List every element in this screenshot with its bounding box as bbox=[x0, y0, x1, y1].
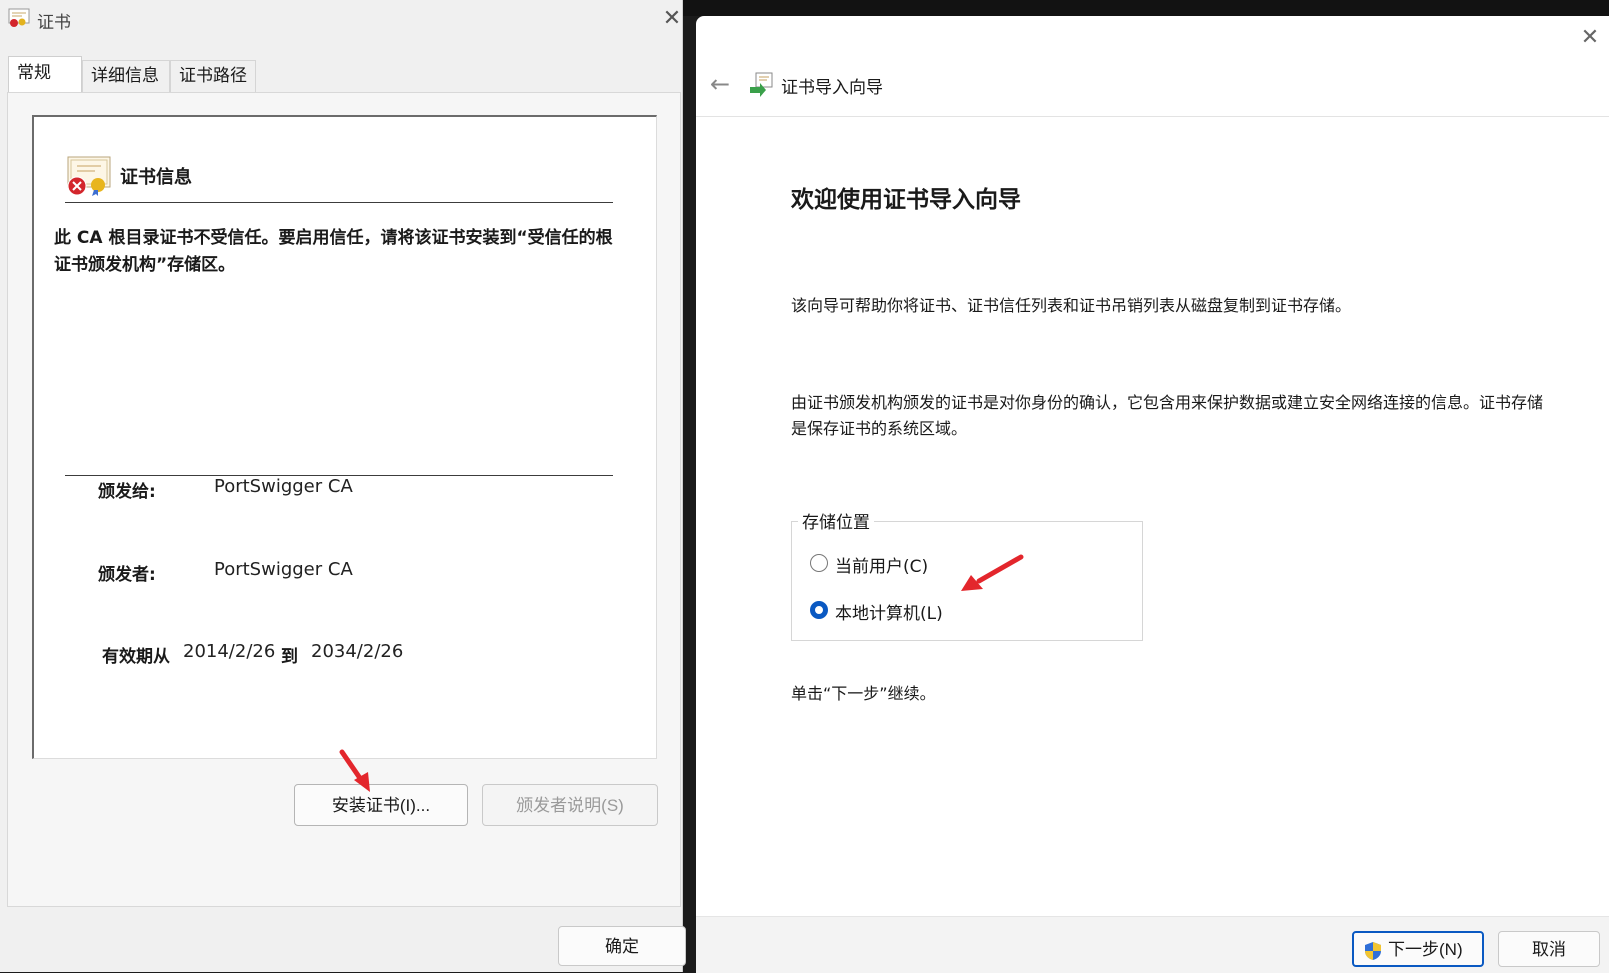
store-location-legend: 存储位置 bbox=[798, 508, 874, 533]
issuer-statement-button: 颁发者说明(S) bbox=[482, 784, 658, 826]
tab-details[interactable]: 详细信息 bbox=[82, 60, 170, 93]
radio-label: 当前用户(C) bbox=[835, 557, 929, 577]
title-bar: 证书 ✕ bbox=[0, 0, 682, 38]
next-button[interactable]: 下一步(N) bbox=[1352, 931, 1484, 967]
tab-general[interactable]: 常规 bbox=[8, 56, 82, 94]
issued-to-label: 颁发给: bbox=[98, 482, 156, 502]
issued-by-value: PortSwigger CA bbox=[214, 559, 353, 580]
valid-from-date: 2014/2/26 bbox=[183, 641, 276, 662]
uac-shield-icon bbox=[1365, 942, 1381, 960]
certificate-info-box: 证书信息 此 CA 根目录证书不受信任。要启用信任，请将该证书安装到“受信任的根… bbox=[32, 115, 657, 759]
certificate-info-title: 证书信息 bbox=[120, 167, 192, 188]
wizard-heading: 欢迎使用证书导入向导 bbox=[791, 187, 1021, 213]
back-arrow-icon[interactable]: ← bbox=[706, 70, 734, 98]
certificate-dialog: 证书 ✕ 常规 详细信息 证书路径 证书信息 此 CA 根目录证书不受信任。要启… bbox=[0, 0, 686, 972]
valid-from-label: 有效期从 bbox=[102, 647, 170, 667]
wizard-description: 该向导可帮助你将证书、证书信任列表和证书吊销列表从磁盘复制到证书存储。 bbox=[791, 296, 1352, 315]
valid-to-date: 2034/2/26 bbox=[311, 641, 404, 662]
issued-to-value: PortSwigger CA bbox=[214, 476, 353, 497]
import-wizard-icon bbox=[750, 72, 773, 97]
background-window-strip bbox=[682, 0, 1609, 16]
window-title: 证书 bbox=[37, 13, 71, 33]
divider bbox=[65, 202, 613, 203]
valid-to-label: 到 bbox=[281, 647, 298, 667]
radio-button[interactable] bbox=[810, 554, 828, 572]
cancel-button[interactable]: 取消 bbox=[1498, 931, 1600, 967]
continue-hint: 单击“下一步”继续。 bbox=[791, 684, 936, 703]
untrusted-certificate-icon bbox=[67, 156, 111, 196]
radio-button-selected[interactable] bbox=[810, 601, 828, 619]
close-icon[interactable]: ✕ bbox=[1578, 26, 1602, 50]
tab-certification-path[interactable]: 证书路径 bbox=[170, 60, 256, 93]
wizard-footer: 下一步(N) 取消 bbox=[696, 916, 1609, 973]
radio-label: 本地计算机(L) bbox=[835, 604, 943, 624]
close-icon[interactable]: ✕ bbox=[660, 7, 684, 31]
divider bbox=[696, 116, 1609, 117]
ok-button[interactable]: 确定 bbox=[558, 926, 686, 966]
trust-warning-text: 此 CA 根目录证书不受信任。要启用信任，请将该证书安装到“受信任的根证书颁发机… bbox=[54, 228, 613, 275]
store-location-group: 存储位置 当前用户(C) 本地计算机(L) bbox=[791, 508, 1143, 641]
wizard-title: 证书导入向导 bbox=[781, 78, 883, 98]
next-button-label: 下一步(N) bbox=[1388, 940, 1463, 959]
install-certificate-button[interactable]: 安装证书(I)... bbox=[294, 784, 468, 826]
wizard-certificate-explanation: 由证书颁发机构颁发的证书是对你身份的确认，它包含用来保护数据或建立安全网络连接的… bbox=[791, 393, 1544, 438]
certificate-icon bbox=[8, 8, 30, 27]
issued-by-label: 颁发者: bbox=[98, 565, 156, 585]
certificate-import-wizard: ✕ ← 证书导入向导 欢迎使用证书导入向导 该向导可帮助你将证书、证书信任列表和… bbox=[696, 16, 1609, 973]
